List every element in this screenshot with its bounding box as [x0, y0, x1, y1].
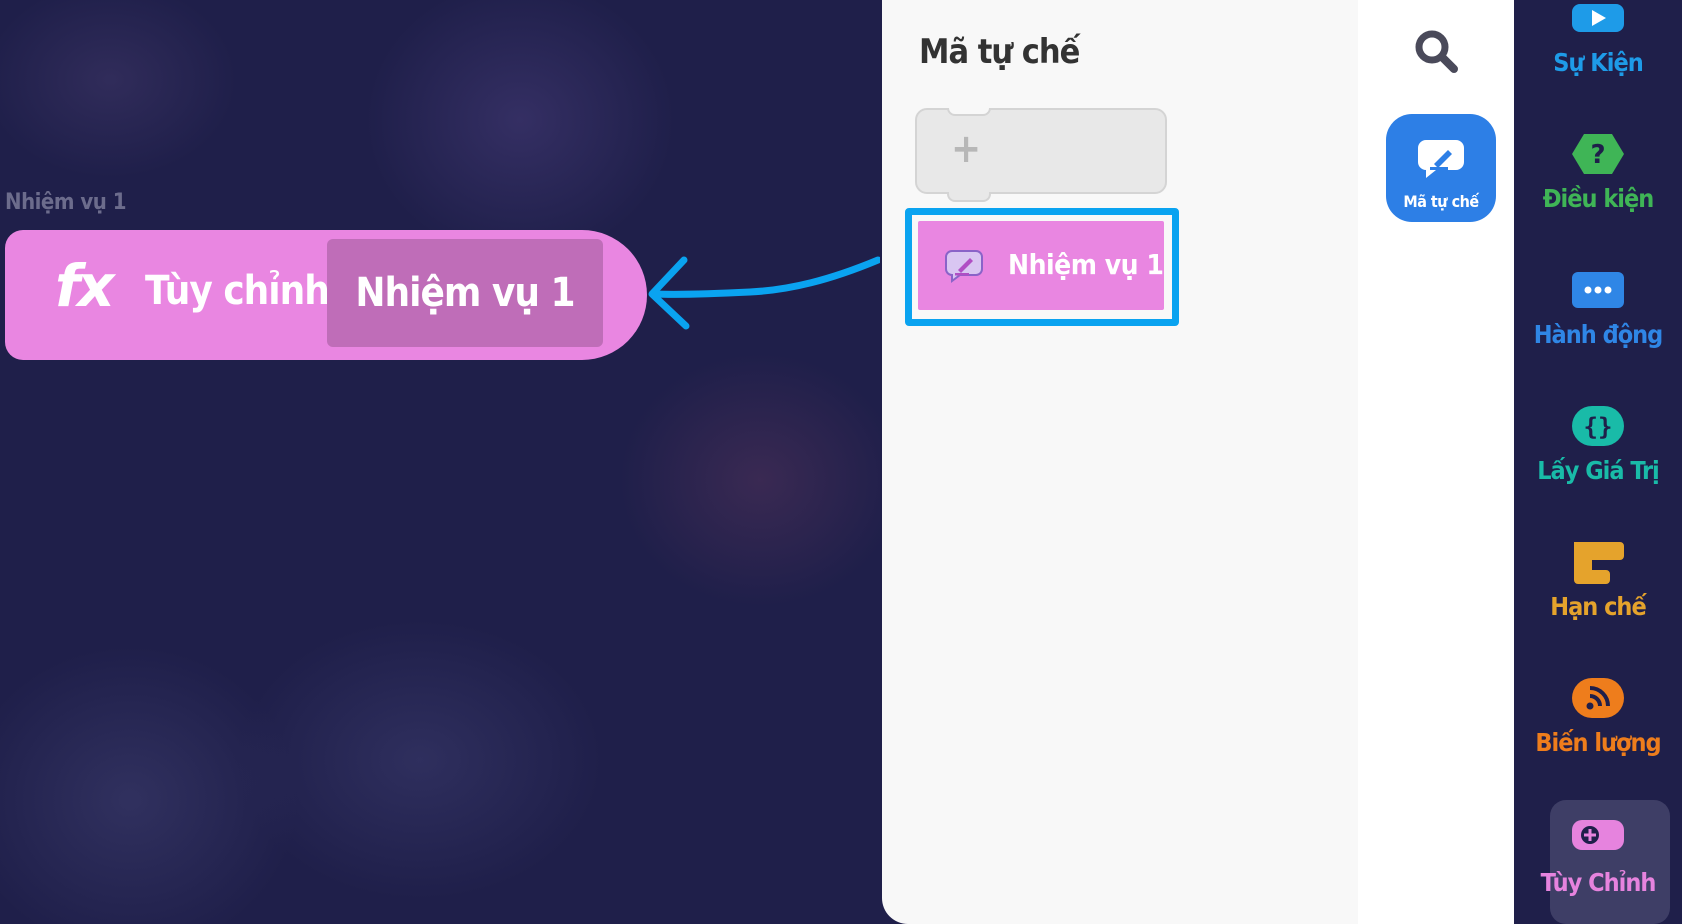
category-label: Sự Kiện [1553, 48, 1643, 77]
edit-bubble-icon [1418, 140, 1464, 178]
palette-side-column: Mã tự chế [1358, 0, 1514, 924]
question-hexagon-icon: ? [1572, 134, 1624, 174]
ellipsis-bubble-icon [1572, 272, 1624, 308]
category-conditions[interactable]: ? Điều kiện [1514, 132, 1682, 252]
task-block[interactable]: Nhiệm vụ 1 [918, 221, 1164, 310]
category-label: Hành động [1533, 320, 1664, 349]
edit-bubble-icon [945, 250, 983, 283]
category-variables[interactable]: Biến lượng [1514, 676, 1682, 796]
category-events[interactable]: Sự Kiện [1514, 0, 1682, 120]
custom-function-block[interactable]: fx Tùy chỉnh Nhiệm vụ 1 [5, 230, 647, 360]
plus-cloud-icon [1572, 820, 1624, 850]
category-restrictions[interactable]: Hạn chế [1514, 540, 1682, 660]
plus-icon: + [951, 126, 982, 172]
play-cloud-icon [1572, 4, 1624, 32]
feed-icon [1572, 678, 1624, 718]
script-canvas[interactable]: Nhiệm vụ 1 fx Tùy chỉnh Nhiệm vụ 1 [0, 0, 880, 924]
add-custom-block-button[interactable]: + [915, 108, 1167, 202]
category-sidebar: Sự Kiện ? Điều kiện Hành động {} Lấy Giá… [1514, 0, 1682, 924]
fx-icon: fx [55, 252, 115, 320]
block-notch [947, 192, 991, 202]
bracket-icon [1574, 542, 1624, 584]
svg-text:{}: {} [1584, 413, 1613, 441]
category-label: Điều kiện [1542, 184, 1655, 213]
canvas-block-caption: Nhiệm vụ 1 [5, 190, 127, 215]
category-label: Biến lượng [1535, 728, 1661, 757]
category-custom[interactable]: Tùy Chỉnh [1514, 816, 1682, 924]
task-block-label: Nhiệm vụ 1 [1008, 248, 1164, 281]
search-icon[interactable] [1413, 28, 1459, 74]
category-label: Hạn chế [1550, 592, 1646, 621]
braces-icon: {} [1572, 406, 1624, 446]
custom-block-label: Tùy chỉnh [145, 268, 330, 314]
category-get-value[interactable]: {} Lấy Giá Trị [1514, 404, 1682, 524]
custom-block-name-slot[interactable]: Nhiệm vụ 1 [327, 239, 603, 347]
category-label: Tùy Chỉnh [1540, 868, 1657, 897]
block-notch [947, 108, 991, 116]
panel-title: Mã tự chế [919, 32, 1080, 72]
category-label: Lấy Giá Trị [1537, 456, 1660, 485]
pointer-arrow-icon [648, 256, 880, 330]
custom-code-category-button[interactable]: Mã tự chế [1386, 114, 1496, 222]
custom-code-category-label: Mã tự chế [1403, 192, 1479, 211]
category-actions[interactable]: Hành động [1514, 268, 1682, 388]
svg-text:?: ? [1590, 140, 1605, 170]
block-palette-panel: Mã tự chế + Nhiệm vụ 1 [882, 0, 1358, 924]
